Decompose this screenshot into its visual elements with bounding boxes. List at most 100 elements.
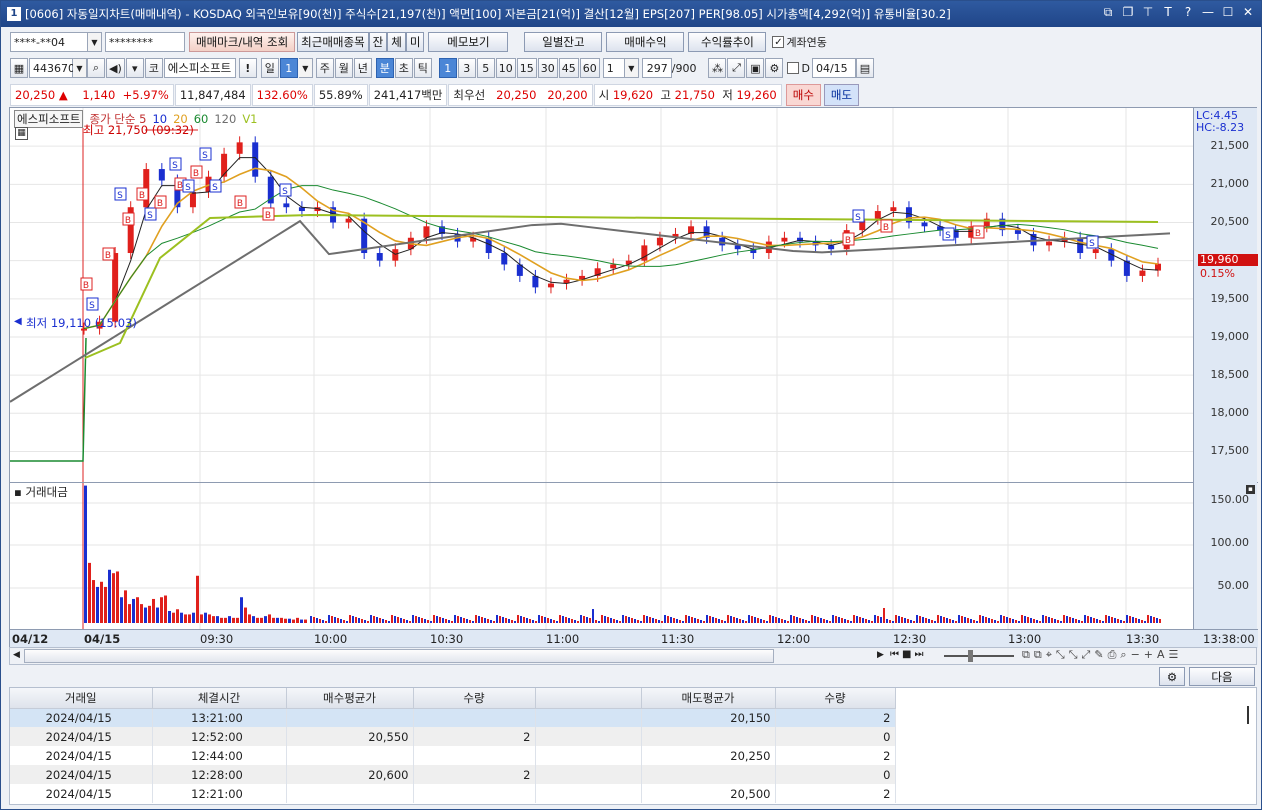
alert-button[interactable]: ! (238, 58, 257, 78)
close-icon[interactable]: ✕ (1241, 5, 1255, 20)
period-3-button[interactable]: 3 (457, 58, 476, 78)
scroll-thumb[interactable] (24, 649, 774, 663)
list-icon[interactable]: ☰ (1169, 648, 1179, 662)
chart-scrollbar[interactable]: ◀ ▶ ⏮ ■ ⏭ ⧉ ⧉ ⌖ ⤡ ⤡ ⤢ ✎ ⎙ ⌕ − + A ☰ (9, 647, 1257, 665)
pane-separator[interactable] (10, 482, 1258, 483)
search-icon[interactable]: ⌕ (87, 58, 105, 78)
period-1-button[interactable]: 1 (438, 58, 457, 78)
col-exec-time[interactable]: 체결시간 (152, 688, 287, 709)
prev-icon[interactable]: ▾ (125, 58, 144, 78)
account-input[interactable]: ****-**04 (10, 32, 88, 52)
first-icon[interactable]: ⏮ (890, 649, 899, 660)
copy-icon[interactable]: ❐ (1121, 5, 1135, 20)
recent-trades-button[interactable]: 최근매매종목 (297, 32, 369, 52)
bar-count-input[interactable]: 297 (641, 58, 672, 78)
period-tick-button[interactable]: 틱 (413, 58, 432, 78)
calendar-icon[interactable]: ▤ (855, 58, 874, 78)
sound-icon[interactable]: ◀) (106, 58, 125, 78)
table-row[interactable]: 2024/04/15 12:44:00 20,250 2 (10, 746, 896, 765)
grid-settings-icon[interactable]: ⚙ (1159, 667, 1185, 686)
period-n-dropdown-icon[interactable]: ▼ (624, 58, 639, 78)
col-sell-qty[interactable]: 수량 (775, 688, 896, 709)
tile-icon[interactable]: ⧉ (1022, 648, 1030, 662)
save-icon[interactable]: ▣ (746, 58, 765, 78)
unfilled-button[interactable]: 미 (405, 32, 425, 52)
chart-type-icon[interactable]: ▦ (10, 58, 28, 78)
tools-icon[interactable]: ⤢ (727, 58, 746, 78)
col-sell-avg[interactable]: 매도평균가 (641, 688, 776, 709)
account-link-checkbox[interactable]: ✓ (772, 36, 785, 48)
zoom-in-icon[interactable]: + (1144, 648, 1153, 662)
buy-button[interactable]: 매수 (785, 84, 821, 106)
price-chart-svg[interactable]: BSBSBBSBSB SBSSBBSBSBS BS (10, 108, 1193, 629)
col-buy-qty[interactable]: 수량 (413, 688, 536, 709)
period-60-button[interactable]: 60 (579, 58, 600, 78)
last-icon[interactable]: ⏭ (914, 649, 923, 660)
stock-name[interactable]: 에스피소프트 (163, 58, 236, 78)
period-week-button[interactable]: 주 (315, 58, 334, 78)
text-tool-icon[interactable]: A (1157, 648, 1165, 662)
period-45-button[interactable]: 45 (558, 58, 579, 78)
date-checkbox[interactable] (787, 62, 800, 74)
scroll-right-icon[interactable]: ▶ (877, 650, 884, 660)
code-dropdown-icon[interactable]: ▼ (73, 58, 87, 78)
period-day-button[interactable]: 일 (260, 58, 279, 78)
date-input[interactable]: 04/15 (811, 58, 856, 78)
daily-balance-button[interactable]: 일별잔고 (524, 32, 603, 52)
zoom-icon[interactable]: ⌕ (1120, 648, 1126, 662)
table-row[interactable]: 2024/04/15 12:28:00 20,600 2 0 (10, 765, 896, 784)
memo-button[interactable]: 메모보기 (428, 32, 509, 52)
period-n-input[interactable]: 1 (602, 58, 625, 78)
period-second-button[interactable]: 초 (394, 58, 413, 78)
crosshair-icon[interactable]: ⌖ (1046, 648, 1052, 662)
pane-close-icon[interactable]: ▪ (1246, 485, 1255, 494)
zoom-slider[interactable] (944, 655, 1014, 657)
draw-icon[interactable]: ✎ (1094, 648, 1103, 662)
legend-stock-name[interactable]: 에스피소프트 (14, 110, 84, 128)
indicator-icon[interactable]: ⁂ (708, 58, 727, 78)
period-month-button[interactable]: 월 (334, 58, 353, 78)
period-5-button[interactable]: 5 (476, 58, 495, 78)
period-10-button[interactable]: 10 (495, 58, 516, 78)
y-axis[interactable]: LC:4.45 HC:-8.23 21,50021,00020,50020,00… (1193, 108, 1258, 648)
text-icon[interactable]: T (1161, 5, 1175, 20)
period-minute-button[interactable]: 분 (375, 58, 394, 78)
tile2-icon[interactable]: ⧉ (1034, 648, 1042, 662)
scroll-left-icon[interactable]: ◀ (13, 650, 20, 660)
balance-button[interactable]: 잔 (368, 32, 388, 52)
table-toggle-icon[interactable]: ▦ (15, 127, 28, 140)
trendline-icon[interactable]: ⤡ (1056, 648, 1065, 662)
chart-area[interactable]: BSBSBBSBSBSBSSBBSBSBSBS 에스피소프트 종가 단순 5 1… (9, 107, 1258, 648)
help-icon[interactable]: ? (1181, 5, 1195, 20)
col-trade-date[interactable]: 거래일 (10, 688, 153, 709)
password-input[interactable]: ******** (105, 32, 185, 52)
x-axis[interactable]: 04/12 04/15 09:30 10:00 10:30 11:00 11:30 12:00… (10, 629, 1258, 648)
line2-icon[interactable]: ⤡ (1069, 648, 1078, 662)
gear-icon[interactable]: ⚙ (765, 58, 784, 78)
profit-rate-button[interactable]: 수익률추이 (688, 32, 767, 52)
grid-scrollbar[interactable] (1247, 706, 1249, 724)
table-row[interactable]: 2024/04/15 12:52:00 20,550 2 0 (10, 727, 896, 746)
zoom-out-icon[interactable]: − (1131, 648, 1140, 662)
col-buy-avg[interactable]: 매수평균가 (286, 688, 414, 709)
pin-icon[interactable]: ⊤ (1141, 5, 1155, 20)
table-row[interactable]: 2024/04/15 13:21:00 20,150 2 (10, 708, 896, 727)
day-count-input[interactable]: 1 (279, 58, 298, 78)
link-icon[interactable]: ⧉ (1101, 5, 1115, 20)
sell-button[interactable]: 매도 (823, 84, 860, 106)
fib-icon[interactable]: ⤢ (1082, 648, 1091, 662)
code-input[interactable]: 443670 (29, 58, 75, 78)
next-button[interactable]: 다음 (1189, 667, 1255, 686)
period-year-button[interactable]: 년 (353, 58, 372, 78)
account-dropdown-icon[interactable]: ▼ (88, 32, 102, 52)
stop-icon[interactable]: ■ (902, 649, 911, 660)
maximize-icon[interactable]: ☐ (1221, 5, 1235, 20)
mark-query-button[interactable]: 매매마크/내역 조회 (189, 32, 296, 52)
zoom-slider-handle[interactable] (968, 650, 973, 662)
period-15-button[interactable]: 15 (516, 58, 537, 78)
trade-profit-button[interactable]: 매매수익 (606, 32, 685, 52)
day-dropdown-icon[interactable]: ▼ (298, 58, 313, 78)
period-30-button[interactable]: 30 (537, 58, 558, 78)
minimize-icon[interactable]: — (1201, 5, 1215, 20)
col-blank[interactable] (535, 688, 642, 709)
